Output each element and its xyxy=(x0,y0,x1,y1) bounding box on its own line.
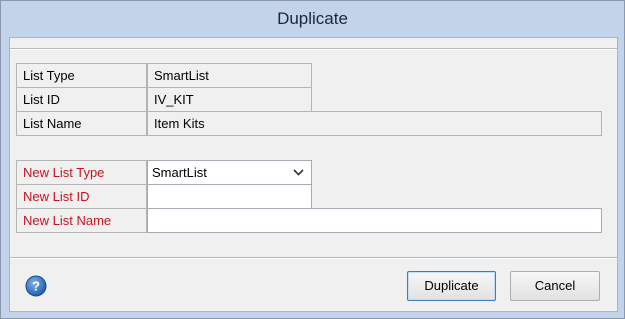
new-list-id-field[interactable] xyxy=(147,184,312,209)
top-divider xyxy=(10,48,617,50)
new-list-type-label: New List Type xyxy=(16,160,147,185)
list-type-label: List Type xyxy=(16,63,147,88)
dialog-body: List Type SmartList List ID IV_KIT List … xyxy=(9,37,618,312)
list-id-label: List ID xyxy=(16,87,147,112)
list-type-value: SmartList xyxy=(147,63,312,88)
bottom-divider xyxy=(10,257,617,259)
new-list-type-select[interactable]: SmartList xyxy=(147,160,312,185)
new-list-name-field[interactable] xyxy=(147,208,602,233)
help-icon[interactable]: ? xyxy=(25,275,47,297)
new-list-id-label: New List ID xyxy=(16,184,147,209)
new-list-type-selected: SmartList xyxy=(152,165,207,180)
duplicate-button[interactable]: Duplicate xyxy=(407,271,496,301)
chevron-down-icon[interactable] xyxy=(291,161,305,184)
list-name-label: List Name xyxy=(16,111,147,136)
new-list-name-label: New List Name xyxy=(16,208,147,233)
window-title: Duplicate xyxy=(277,9,348,28)
title-bar[interactable]: Duplicate xyxy=(1,1,624,37)
duplicate-dialog: Duplicate List Type SmartList List ID IV… xyxy=(0,0,625,319)
cancel-button[interactable]: Cancel xyxy=(510,271,600,301)
svg-text:?: ? xyxy=(32,279,40,294)
list-id-value: IV_KIT xyxy=(147,87,312,112)
list-name-value: Item Kits xyxy=(147,111,602,136)
